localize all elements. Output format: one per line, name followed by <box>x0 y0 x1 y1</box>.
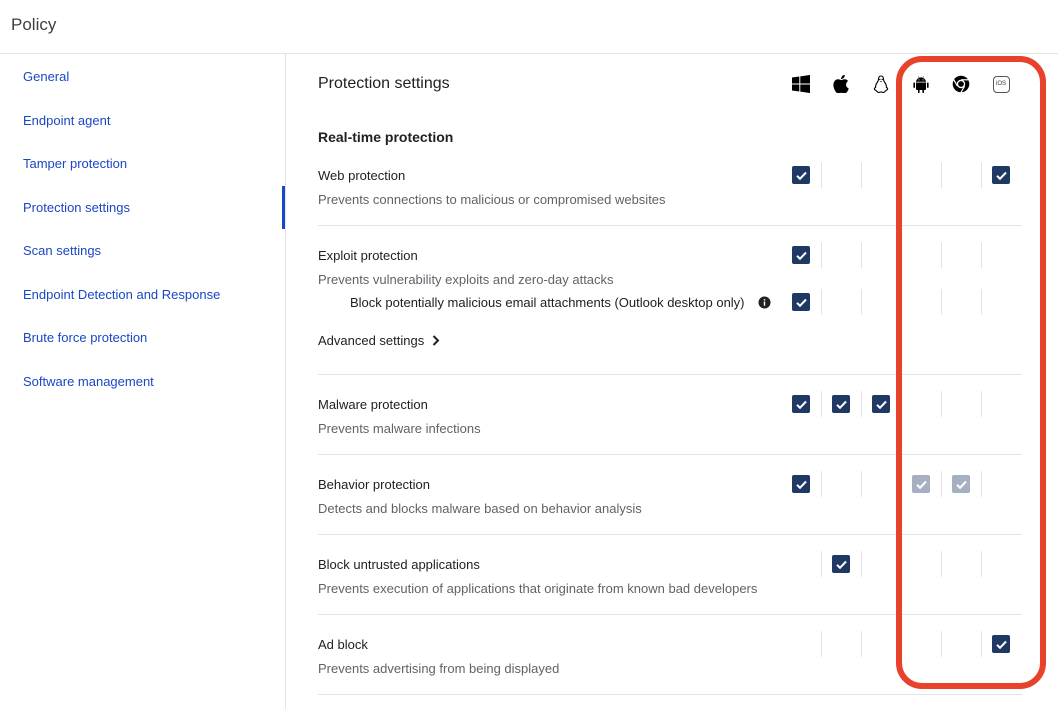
column-separator <box>821 551 822 577</box>
checkbox-ios[interactable] <box>992 635 1010 653</box>
column-separator <box>861 551 862 577</box>
row-divider <box>318 614 1022 615</box>
column-separator <box>861 162 862 188</box>
checkbox-windows[interactable] <box>792 293 810 311</box>
checkbox-ios[interactable] <box>992 166 1010 184</box>
column-separator <box>981 551 982 577</box>
row-desc-ad-block: Prevents advertising from being displaye… <box>318 661 560 676</box>
sidebar-item-software-management[interactable]: Software management <box>23 374 154 389</box>
column-separator <box>861 289 862 315</box>
column-separator <box>981 471 982 497</box>
sidebar-item-protection-settings[interactable]: Protection settings <box>23 200 130 215</box>
apple-icon <box>831 74 851 94</box>
column-separator <box>901 631 902 657</box>
ios-icon: iOS <box>991 74 1011 94</box>
column-separator <box>981 289 982 315</box>
section-title: Real-time protection <box>318 129 454 145</box>
ios-icon-label: iOS <box>992 75 1010 93</box>
sidebar-item-edr[interactable]: Endpoint Detection and Response <box>23 287 220 302</box>
column-separator <box>981 631 982 657</box>
main-content: Protection settings iOS Real-time protec… <box>287 54 1058 709</box>
column-separator <box>941 551 942 577</box>
checkbox-windows[interactable] <box>792 166 810 184</box>
column-separator <box>901 162 902 188</box>
column-separator <box>821 242 822 268</box>
chevron-right-icon <box>433 335 440 346</box>
page-title: Protection settings <box>318 75 450 92</box>
row-desc-malware-protection: Prevents malware infections <box>318 421 481 436</box>
column-separator <box>941 631 942 657</box>
column-separator <box>861 631 862 657</box>
checkbox-windows[interactable] <box>792 395 810 413</box>
row-divider <box>318 374 1022 375</box>
checkbox-mac[interactable] <box>832 395 850 413</box>
sidebar-item-tamper-protection[interactable]: Tamper protection <box>23 156 127 171</box>
row-desc-behavior-protection: Detects and blocks malware based on beha… <box>318 501 642 516</box>
active-nav-indicator <box>282 186 285 229</box>
sidebar: General Endpoint agent Tamper protection… <box>0 54 286 709</box>
row-title-behavior-protection: Behavior protection <box>318 477 431 492</box>
advanced-settings-label: Advanced settings <box>318 333 425 348</box>
checkbox-android[interactable] <box>912 475 930 493</box>
checkbox-linux[interactable] <box>872 395 890 413</box>
column-separator <box>821 631 822 657</box>
windows-icon <box>791 74 811 94</box>
row-title-web-protection: Web protection <box>318 168 406 183</box>
column-separator <box>941 391 942 417</box>
column-separator <box>821 391 822 417</box>
column-separator <box>861 391 862 417</box>
row-title-email-attachments: Block potentially malicious email attach… <box>350 295 745 310</box>
row-title-ad-block: Ad block <box>318 637 368 652</box>
column-separator <box>941 242 942 268</box>
row-divider <box>318 454 1022 455</box>
checkbox-windows[interactable] <box>792 475 810 493</box>
column-separator <box>981 242 982 268</box>
column-separator <box>821 471 822 497</box>
column-separator <box>861 471 862 497</box>
row-desc-exploit-protection: Prevents vulnerability exploits and zero… <box>318 272 614 287</box>
row-title-malware-protection: Malware protection <box>318 397 428 412</box>
row-divider <box>318 694 1022 695</box>
chrome-icon <box>951 74 971 94</box>
column-separator <box>901 471 902 497</box>
linux-icon <box>871 74 891 94</box>
column-separator <box>941 471 942 497</box>
column-separator <box>901 551 902 577</box>
column-separator <box>941 289 942 315</box>
column-separator <box>901 391 902 417</box>
row-desc-block-untrusted-apps: Prevents execution of applications that … <box>318 581 758 596</box>
checkbox-mac[interactable] <box>832 555 850 573</box>
info-icon[interactable] <box>758 296 771 309</box>
sidebar-item-brute-force[interactable]: Brute force protection <box>23 330 147 345</box>
column-separator <box>941 162 942 188</box>
header: Policy <box>0 0 1058 54</box>
column-separator <box>861 242 862 268</box>
column-separator <box>901 289 902 315</box>
page-header-title: Policy <box>11 15 57 34</box>
column-separator <box>981 391 982 417</box>
column-separator <box>901 242 902 268</box>
checkbox-chrome[interactable] <box>952 475 970 493</box>
column-separator <box>821 289 822 315</box>
row-title-exploit-protection: Exploit protection <box>318 248 418 263</box>
sidebar-item-general[interactable]: General <box>23 69 69 84</box>
advanced-settings-link[interactable]: Advanced settings <box>318 333 440 348</box>
column-separator <box>821 162 822 188</box>
sidebar-item-scan-settings[interactable]: Scan settings <box>23 243 101 258</box>
sidebar-item-endpoint-agent[interactable]: Endpoint agent <box>23 113 110 128</box>
checkbox-windows[interactable] <box>792 246 810 264</box>
row-divider <box>318 225 1022 226</box>
column-separator <box>981 162 982 188</box>
row-divider <box>318 534 1022 535</box>
android-icon <box>911 74 931 94</box>
row-desc-web-protection: Prevents connections to malicious or com… <box>318 192 666 207</box>
row-title-block-untrusted-apps: Block untrusted applications <box>318 557 480 572</box>
